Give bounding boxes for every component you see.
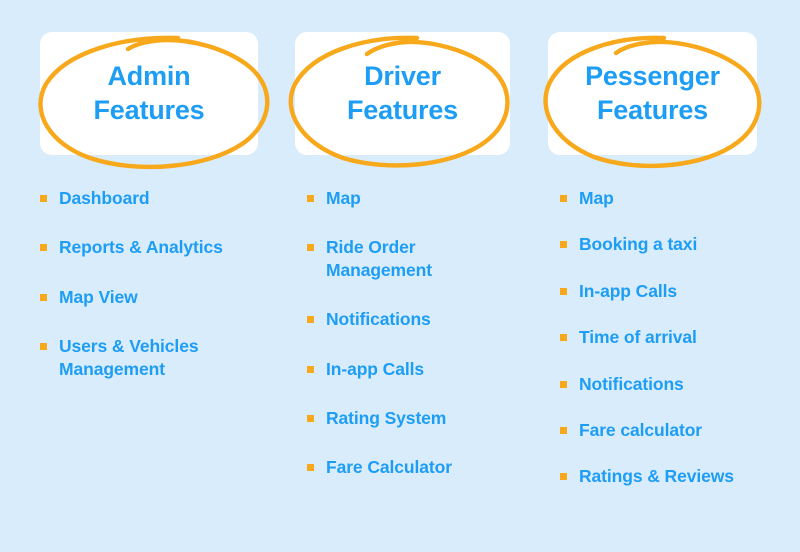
- list-item-label: Booking a taxi: [579, 234, 698, 255]
- list-item-label: Ratings & Reviews: [579, 466, 734, 487]
- feature-list-admin: Dashboard Reports & Analytics Map View U…: [40, 187, 258, 380]
- square-bullet-icon: [307, 316, 314, 324]
- square-bullet-icon: [40, 293, 47, 301]
- list-item[interactable]: Notifications: [560, 373, 757, 395]
- list-item-label: Time of arrival: [579, 327, 697, 348]
- list-item-label: Rating System: [326, 407, 447, 428]
- feature-column-driver: Driver Features Map Ride Order Managemen…: [288, 32, 510, 506]
- feature-list-driver: Map Ride Order Management Notifications …: [295, 187, 510, 479]
- feature-column-passenger: Pessenger Features Map Booking a taxi In…: [543, 32, 762, 512]
- header-card-passenger: Pessenger Features: [548, 32, 757, 155]
- list-item-label: In-app Calls: [579, 280, 677, 301]
- list-item[interactable]: Fare Calculator: [307, 456, 510, 478]
- list-item[interactable]: Fare calculator: [560, 419, 757, 441]
- square-bullet-icon: [40, 343, 47, 351]
- list-item[interactable]: Map: [560, 187, 757, 209]
- square-bullet-icon: [307, 464, 314, 472]
- square-bullet-icon: [560, 195, 567, 202]
- list-item-label: Dashboard: [59, 188, 150, 208]
- list-item[interactable]: Map View: [40, 286, 258, 308]
- list-item[interactable]: In-app Calls: [307, 358, 510, 380]
- square-bullet-icon: [307, 414, 314, 422]
- square-bullet-icon: [560, 473, 567, 481]
- square-bullet-icon: [40, 195, 47, 202]
- square-bullet-icon: [307, 365, 314, 373]
- list-item-label: Ride Order Management: [326, 237, 432, 280]
- square-bullet-icon: [560, 334, 567, 342]
- list-item-label: Fare calculator: [579, 419, 702, 440]
- list-item-label: Users & Vehicles Management: [59, 336, 199, 379]
- list-item-label: Notifications: [579, 373, 684, 394]
- square-bullet-icon: [560, 380, 567, 388]
- list-item[interactable]: Booking a taxi: [560, 233, 757, 255]
- square-bullet-icon: [560, 287, 567, 295]
- feature-column-admin: Admin Features Dashboard Reports & Analy…: [38, 32, 270, 407]
- list-item[interactable]: Map: [307, 187, 510, 209]
- list-item[interactable]: Rating System: [307, 407, 510, 429]
- header-title-passenger: Pessenger Features: [585, 60, 720, 125]
- list-item-label: Fare Calculator: [326, 457, 452, 478]
- header-title-admin: Admin Features: [93, 60, 205, 125]
- list-item-label: Notifications: [326, 309, 431, 330]
- header-title-driver: Driver Features: [347, 60, 458, 125]
- features-board: Admin Features Dashboard Reports & Analy…: [0, 0, 800, 552]
- list-item-label: In-app Calls: [326, 358, 424, 379]
- list-item[interactable]: Ride Order Management: [307, 236, 510, 281]
- list-item[interactable]: Notifications: [307, 308, 510, 330]
- header-card-admin: Admin Features: [40, 32, 258, 155]
- list-item[interactable]: In-app Calls: [560, 280, 757, 302]
- list-item[interactable]: Ratings & Reviews: [560, 465, 757, 487]
- square-bullet-icon: [307, 195, 314, 202]
- feature-list-passenger: Map Booking a taxi In-app Calls Time of …: [548, 187, 757, 488]
- square-bullet-icon: [40, 244, 47, 252]
- list-item-label: Reports & Analytics: [59, 237, 223, 258]
- list-item-label: Map: [579, 188, 614, 208]
- feature-columns: Admin Features Dashboard Reports & Analy…: [0, 0, 800, 552]
- square-bullet-icon: [307, 244, 314, 252]
- list-item-label: Map View: [59, 286, 138, 307]
- square-bullet-icon: [560, 426, 567, 434]
- list-item[interactable]: Time of arrival: [560, 326, 757, 348]
- square-bullet-icon: [560, 241, 567, 249]
- list-item[interactable]: Dashboard: [40, 187, 258, 209]
- list-item-label: Map: [326, 188, 361, 208]
- list-item[interactable]: Reports & Analytics: [40, 236, 258, 258]
- list-item[interactable]: Users & Vehicles Management: [40, 335, 258, 380]
- header-card-driver: Driver Features: [295, 32, 510, 155]
